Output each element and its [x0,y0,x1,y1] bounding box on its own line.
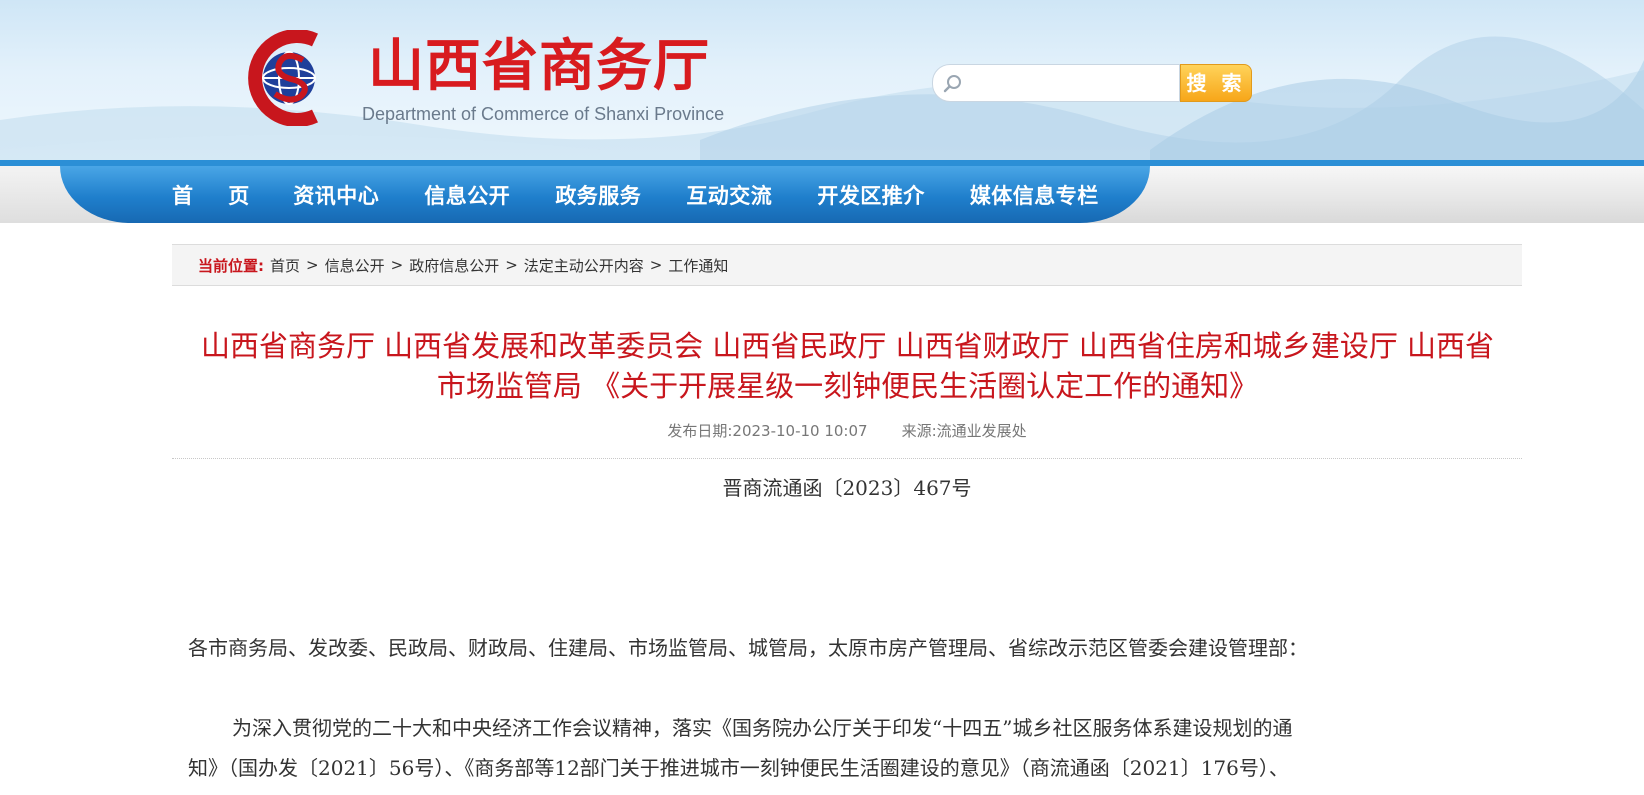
search-box [932,64,1180,102]
nav-item-dev-zones[interactable]: 开发区推介 [817,180,925,210]
source-value: 流通业发展处 [936,422,1027,440]
article-paragraph-addressees: 各市商务局、发改委、民政局、财政局、住建局、市场监管局、城管局，太原市房产管理局… [188,636,1308,660]
logo-chinese-title: 山西省商务厅 [368,34,710,99]
publish-date: 2023-10-10 10:07 [732,422,868,440]
source-label: 来源: [901,422,937,440]
article-paragraph-body-line-2: 知》（国办发〔2021〕56号）、《商务部等12部门关于推进城市一刻钟便民生活圈… [188,756,1289,780]
search-input[interactable] [967,71,1171,97]
breadcrumb-home[interactable]: 首页 [270,255,300,276]
breadcrumb-separator: > [390,256,404,274]
nav-item-home[interactable]: 首 页 [172,180,263,210]
nav-items: 首 页 资讯中心 信息公开 政务服务 互动交流 开发区推介 媒体信息专栏 [172,166,1144,223]
search-icon [943,75,961,93]
article-title: 山西省商务厅 山西省发展和改革委员会 山西省民政厅 山西省财政厅 山西省住房和城… [180,326,1515,406]
article-meta: 发布日期:2023-10-10 10:07 来源:流通业发展处 [172,420,1522,441]
article-paragraph-body-line-1: 为深入贯彻党的二十大和中央经济工作会议精神，落实《国务院办公厅关于印发“十四五”… [232,716,1293,740]
article-title-line-1: 山西省商务厅 山西省发展和改革委员会 山西省民政厅 山西省财政厅 山西省住房和城… [200,329,1495,363]
breadcrumb-separator: > [505,256,518,274]
breadcrumb-statutory-content[interactable]: 法定主动公开内容 [524,255,644,276]
article-title-line-2: 市场监管局 《关于开展星级一刻钟便民生活圈认定工作的通知》 [436,369,1259,403]
logo-emblem-icon [248,30,318,126]
nav-item-gov-services[interactable]: 政务服务 [555,180,641,210]
meta-divider [172,458,1522,459]
search-bar: 搜 索 [932,64,1252,104]
search-button[interactable]: 搜 索 [1180,64,1252,102]
site-header: 山西省商务厅 Department of Commerce of Shanxi … [0,0,1644,160]
document-number: 晋商流通函〔2023〕467号 [722,476,972,500]
main-nav: 首 页 资讯中心 信息公开 政务服务 互动交流 开发区推介 媒体信息专栏 [0,160,1644,223]
breadcrumb-label: 当前位置: [198,256,264,275]
breadcrumb-separator: > [306,256,319,274]
nav-item-interaction[interactable]: 互动交流 [686,180,772,210]
publish-date-label: 发布日期: [667,422,733,440]
breadcrumb-work-notice[interactable]: 工作通知 [668,255,728,276]
nav-item-media-column[interactable]: 媒体信息专栏 [970,180,1099,210]
breadcrumb-info-disclosure[interactable]: 信息公开 [325,255,385,276]
breadcrumb-gov-info[interactable]: 政府信息公开 [409,255,499,276]
nav-item-info-disclosure[interactable]: 信息公开 [424,180,510,210]
breadcrumb: 当前位置: 首页 > 信息公开 > 政府信息公开 > 法定主动公开内容 > 工作… [172,244,1522,286]
nav-item-news[interactable]: 资讯中心 [293,180,379,210]
logo-english-title: Department of Commerce of Shanxi Provinc… [362,104,725,124]
breadcrumb-separator: > [649,256,663,274]
